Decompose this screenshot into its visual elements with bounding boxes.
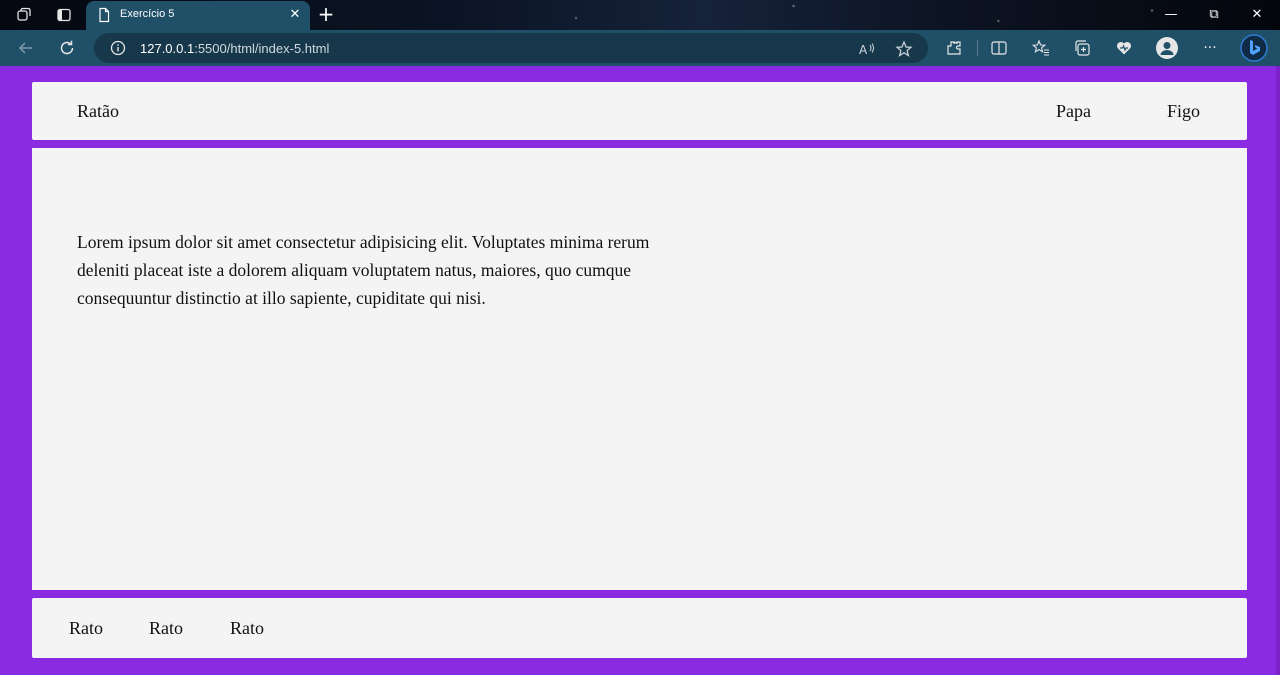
read-aloud-icon[interactable]: A [858, 40, 876, 58]
window-right-edge [1276, 66, 1280, 675]
new-tab-button[interactable]: + [316, 4, 336, 25]
url-host: 127.0.0.1 [140, 41, 195, 56]
nav-link-figo[interactable]: Figo [1167, 101, 1200, 122]
split-screen-icon[interactable] [989, 38, 1009, 58]
workspaces-icon[interactable] [15, 6, 33, 24]
bing-copilot-icon[interactable] [1240, 34, 1268, 62]
site-header: Ratão Papa Figo [32, 82, 1247, 140]
footer-link-2[interactable]: Rato [149, 618, 183, 639]
collections-icon[interactable] [1072, 38, 1092, 58]
page-viewport: Ratão Papa Figo Lorem ipsum dolor sit am… [0, 66, 1280, 675]
site-footer: Rato Rato Rato [32, 598, 1247, 658]
address-bar[interactable]: 127.0.0.1:5500/html/index-5.html A [94, 33, 928, 63]
profile-avatar-icon[interactable] [1156, 37, 1178, 59]
tab-actions-icon[interactable] [55, 6, 73, 24]
site-brand[interactable]: Ratão [77, 101, 119, 122]
url-path: :5500/html/index-5.html [194, 41, 330, 56]
tab-close-icon[interactable]: ✕ [288, 8, 302, 22]
favorites-icon[interactable] [1031, 38, 1051, 58]
close-window-button[interactable]: ✕ [1246, 6, 1268, 24]
toolbar-divider [977, 40, 978, 56]
lorem-paragraph: Lorem ipsum dolor sit amet consectetur a… [77, 232, 650, 308]
nav-link-papa[interactable]: Papa [1056, 101, 1091, 122]
footer-link-1[interactable]: Rato [69, 618, 103, 639]
back-button[interactable] [16, 38, 36, 58]
site-info-icon[interactable] [110, 40, 126, 56]
browser-toolbar: 127.0.0.1:5500/html/index-5.html A ··· [0, 30, 1280, 66]
back-arrow-icon [18, 42, 32, 54]
settings-menu-button[interactable]: ··· [1200, 38, 1220, 58]
main-content: Lorem ipsum dolor sit amet consectetur a… [32, 148, 1247, 590]
browser-tab-active[interactable]: Exercício 5 ✕ [86, 1, 310, 30]
favorite-star-icon[interactable] [895, 40, 913, 58]
refresh-icon [60, 40, 74, 55]
browser-title-bar: Exercício 5 ✕ + — ⧉ ✕ [0, 0, 1280, 30]
browser-essentials-icon[interactable] [1114, 38, 1134, 58]
extensions-icon[interactable] [944, 38, 964, 58]
refresh-button[interactable] [57, 38, 77, 58]
document-icon [99, 7, 110, 23]
svg-text:A: A [859, 43, 868, 57]
url-text[interactable]: 127.0.0.1:5500/html/index-5.html [140, 41, 329, 56]
minimize-button[interactable]: — [1160, 6, 1182, 24]
footer-link-3[interactable]: Rato [230, 618, 264, 639]
tab-title: Exercício 5 [120, 8, 175, 20]
restore-button[interactable]: ⧉ [1203, 6, 1225, 24]
